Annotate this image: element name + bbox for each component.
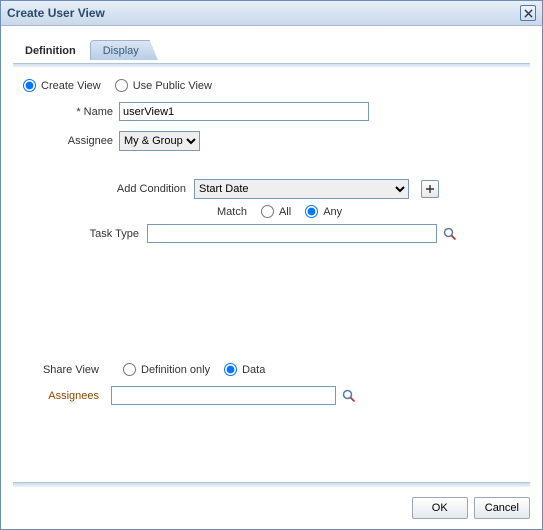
match-any-label: Any xyxy=(323,206,342,218)
task-type-input[interactable] xyxy=(147,224,437,243)
task-type-search-button[interactable] xyxy=(443,227,457,241)
use-public-view-label: Use Public View xyxy=(133,80,212,92)
condition-block: Add Condition Start Date Match All xyxy=(19,179,524,243)
add-condition-label: Add Condition xyxy=(19,183,194,195)
assignees-input[interactable] xyxy=(111,386,336,405)
view-mode-group: Create View Use Public View xyxy=(23,79,524,92)
assignee-label: Assignee xyxy=(19,135,119,147)
magnifier-icon xyxy=(342,389,356,403)
ok-button[interactable]: OK xyxy=(412,497,468,519)
close-icon xyxy=(524,9,533,18)
share-definition-label: Definition only xyxy=(141,364,210,376)
match-any-radio[interactable] xyxy=(305,205,318,218)
match-all-label: All xyxy=(279,206,291,218)
magnifier-icon xyxy=(443,227,457,241)
use-public-view-radio[interactable] xyxy=(115,79,128,92)
button-bar: OK Cancel xyxy=(1,487,542,529)
share-definition-radio[interactable] xyxy=(123,363,136,376)
tab-bar: Definition Display xyxy=(13,36,530,60)
share-definition-option[interactable]: Definition only xyxy=(123,363,210,376)
assignees-label: Assignees xyxy=(19,390,111,402)
cancel-button[interactable]: Cancel xyxy=(474,497,530,519)
plus-icon xyxy=(425,184,435,194)
name-input[interactable] xyxy=(119,102,369,121)
use-public-view-option[interactable]: Use Public View xyxy=(115,79,212,92)
tab-underline xyxy=(13,63,530,67)
add-condition-row: Add Condition Start Date xyxy=(19,179,524,199)
create-view-label: Create View xyxy=(41,80,101,92)
assignee-select[interactable]: My & Group xyxy=(119,131,200,151)
create-view-radio[interactable] xyxy=(23,79,36,92)
close-button[interactable] xyxy=(520,5,536,21)
tab-display[interactable]: Display xyxy=(90,40,158,60)
assignees-search-button[interactable] xyxy=(342,389,356,403)
match-any-option[interactable]: Any xyxy=(305,205,342,218)
share-data-label: Data xyxy=(242,364,265,376)
match-all-option[interactable]: All xyxy=(261,205,291,218)
add-condition-button[interactable] xyxy=(421,180,439,198)
tab-definition[interactable]: Definition xyxy=(13,41,88,60)
share-data-radio[interactable] xyxy=(224,363,237,376)
task-type-row: Task Type xyxy=(19,224,524,243)
assignee-row: Assignee My & Group xyxy=(19,131,524,151)
match-label: Match xyxy=(217,206,247,218)
share-view-row: Share View Definition only Data xyxy=(19,363,524,376)
assignees-row: Assignees xyxy=(19,386,524,405)
create-view-option[interactable]: Create View xyxy=(23,79,101,92)
dialog-content: Definition Display Create View Use Publi… xyxy=(1,26,542,482)
name-label: Name xyxy=(19,106,119,118)
share-view-label: Share View xyxy=(19,364,111,376)
share-block: Share View Definition only Data Assignee… xyxy=(19,363,524,405)
task-type-label: Task Type xyxy=(19,228,147,240)
name-row: Name xyxy=(19,102,524,121)
titlebar: Create User View xyxy=(1,1,542,26)
match-all-radio[interactable] xyxy=(261,205,274,218)
share-data-option[interactable]: Data xyxy=(224,363,265,376)
create-user-view-dialog: Create User View Definition Display Crea… xyxy=(0,0,543,530)
condition-select[interactable]: Start Date xyxy=(194,179,409,199)
form-area: Create View Use Public View Name Assigne… xyxy=(13,79,530,474)
match-row: Match All Any xyxy=(19,205,524,218)
dialog-title: Create User View xyxy=(7,6,105,20)
